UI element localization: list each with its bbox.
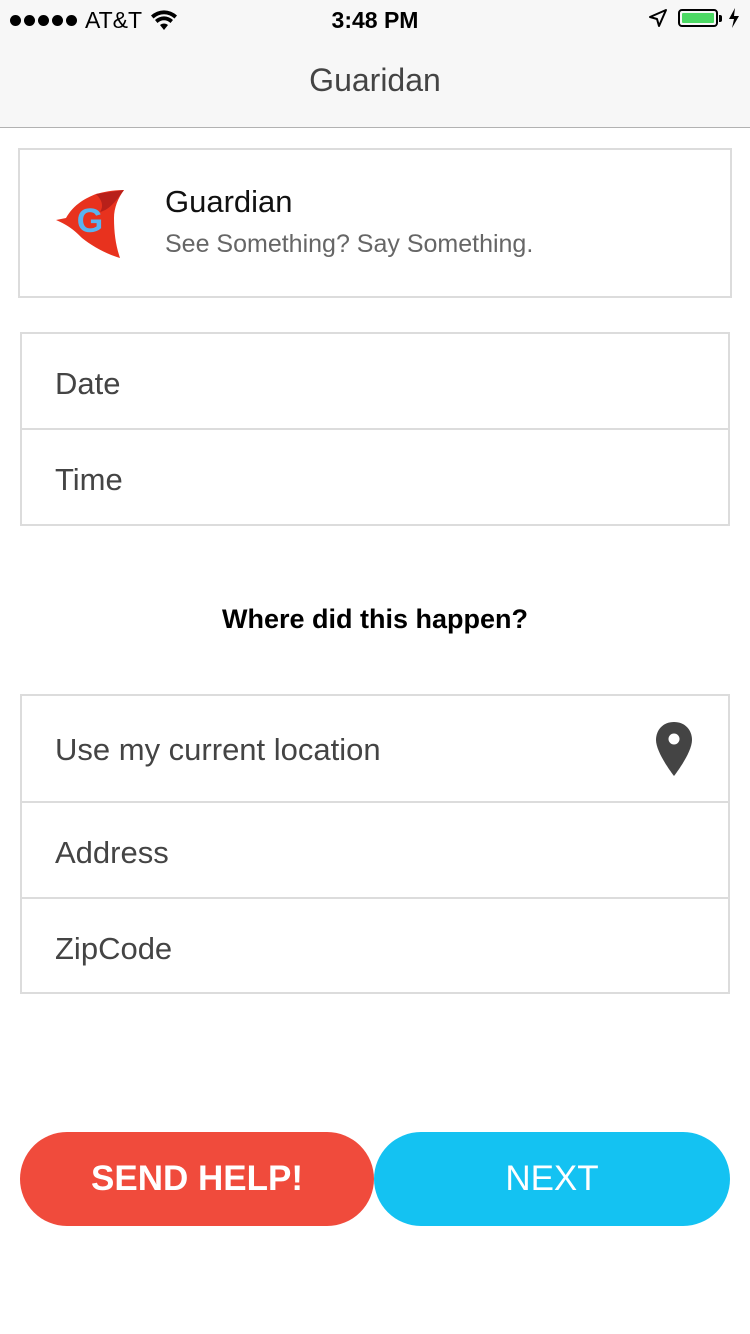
status-bar: AT&T 3:48 PM <box>0 0 750 40</box>
battery-icon <box>678 9 722 27</box>
use-current-location-row[interactable]: Use my current location <box>22 696 728 803</box>
time-label: Time <box>55 462 123 497</box>
app-name: Guardian <box>165 184 293 219</box>
time-field[interactable]: Time <box>22 430 728 526</box>
app-tagline: See Something? Say Something. <box>165 230 534 258</box>
guardian-logo-icon: G <box>56 190 124 258</box>
address-field[interactable]: Address <box>22 803 728 899</box>
app-header-card: G Guardian See Something? Say Something. <box>18 148 732 298</box>
status-right <box>648 8 740 28</box>
charging-bolt-icon <box>729 8 739 28</box>
map-pin-icon[interactable] <box>654 720 694 778</box>
zipcode-label: ZipCode <box>55 931 173 966</box>
current-location-label: Use my current location <box>55 732 381 767</box>
location-services-icon <box>649 9 667 27</box>
send-help-button[interactable]: SEND HELP! <box>20 1132 374 1226</box>
page-title: Guaridan <box>309 62 441 98</box>
navigation-bar: Guaridan <box>0 40 750 128</box>
next-button[interactable]: NEXT <box>374 1132 730 1226</box>
logo-letter: G <box>77 202 103 240</box>
date-field[interactable]: Date <box>22 334 728 430</box>
location-group: Use my current location Address ZipCode <box>20 694 730 994</box>
location-heading: Where did this happen? <box>221 604 528 634</box>
address-label: Address <box>55 835 169 870</box>
zipcode-field[interactable]: ZipCode <box>22 899 728 995</box>
date-label: Date <box>55 366 121 401</box>
status-time: 3:48 PM <box>331 7 419 33</box>
datetime-group: Date Time <box>20 332 730 526</box>
